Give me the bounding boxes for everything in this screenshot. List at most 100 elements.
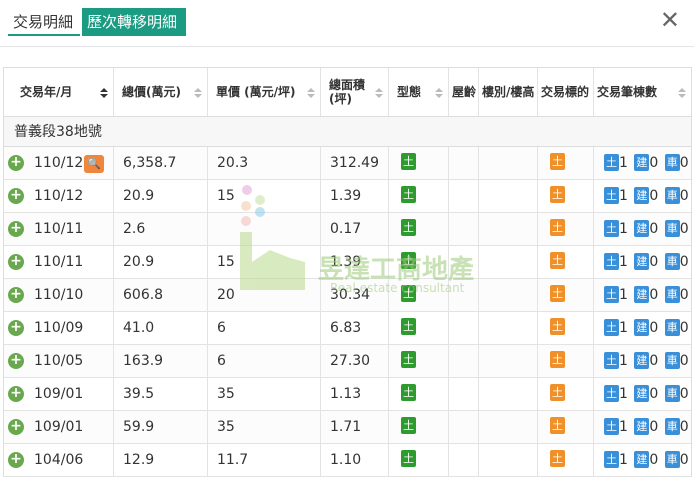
expand-icon[interactable]: +: [8, 287, 24, 303]
sort-icon: [194, 88, 202, 98]
table-row[interactable]: + 110/09 41.0 6 6.83 土 土 土1 建0 車0: [4, 312, 691, 345]
table-row[interactable]: + 109/01 39.5 35 1.13 土 土 土1 建0 車0: [4, 378, 691, 411]
cell-area: 1.10: [321, 444, 389, 477]
cell-count: 土1 建0 車0: [604, 318, 689, 336]
tab-transfer-history[interactable]: 歷次轉移明細: [82, 8, 186, 36]
cell-type: 土: [389, 378, 449, 411]
cell-unit-price: 35: [208, 378, 321, 411]
land-target-icon: 土: [550, 318, 565, 335]
table-row[interactable]: + 110/12 20.9 15 1.39 土 土 土1 建0 車0: [4, 180, 691, 213]
cell-target: 土: [538, 246, 594, 279]
cell-floor: [479, 279, 538, 312]
cell-unit-price: 6: [208, 345, 321, 378]
header-count[interactable]: 交易筆棟數: [594, 68, 691, 116]
cell-type: 土: [389, 411, 449, 444]
table-row[interactable]: + 110/11 2.6 0.17 土 土 土1 建0 車0: [4, 213, 691, 246]
land-type-icon: 土: [401, 384, 416, 401]
land-type-icon: 土: [401, 285, 416, 302]
sort-icon: [435, 88, 443, 98]
car-count-icon: 車: [664, 318, 680, 336]
land-target-icon: 土: [550, 252, 565, 269]
land-target-icon: 土: [550, 417, 565, 434]
cell-area: 1.71: [321, 411, 389, 444]
cell-date: + 110/10: [4, 279, 114, 312]
land-count-icon: 土: [604, 153, 619, 171]
cell-total-price: 20.9: [114, 180, 208, 213]
cell-date: + 110/09: [4, 312, 114, 345]
cell-type: 土: [389, 345, 449, 378]
land-target-icon: 土: [550, 186, 565, 203]
cell-area: 6.83: [321, 312, 389, 345]
table-row[interactable]: + 110/11 20.9 15 1.39 土 土 土1 建0 車0: [4, 246, 691, 279]
cell-date: + 110/12: [4, 180, 114, 213]
table-row[interactable]: + 110/10 606.8 20 30.34 土 土 土1 建0 車0: [4, 279, 691, 312]
search-house-icon[interactable]: 🔍: [84, 155, 104, 173]
cell-target: 土: [538, 147, 594, 180]
tab-transaction-detail[interactable]: 交易明細: [8, 8, 80, 36]
land-type-icon: 土: [401, 351, 416, 368]
cell-type: 土: [389, 246, 449, 279]
table-row[interactable]: + 110/12 🔍 6,358.7 20.3 312.49 土 土 土1 建0…: [4, 147, 691, 180]
land-type-icon: 土: [401, 450, 416, 467]
table-row[interactable]: + 109/01 59.9 35 1.71 土 土 土1 建0 車0: [4, 411, 691, 444]
cell-type: 土: [389, 279, 449, 312]
header-target[interactable]: 交易標的: [538, 68, 594, 116]
table-row[interactable]: + 110/05 163.9 6 27.30 土 土 土1 建0 車0: [4, 345, 691, 378]
header-unit-price[interactable]: 單價 (萬元/坪): [208, 68, 321, 116]
cell-count: 土1 建0 車0: [604, 285, 689, 303]
expand-icon[interactable]: +: [8, 353, 24, 369]
car-count-icon: 車: [664, 186, 680, 204]
expand-icon[interactable]: +: [8, 254, 24, 270]
table-row[interactable]: + 104/06 12.9 11.7 1.10 土 土 土1 建0 車0: [4, 444, 691, 477]
building-count-icon: 建: [634, 153, 650, 171]
cell-date: + 109/01: [4, 411, 114, 444]
cell-age: [449, 378, 479, 411]
expand-icon[interactable]: +: [8, 452, 24, 468]
header-total-price[interactable]: 總價(萬元): [114, 68, 208, 116]
expand-icon[interactable]: +: [8, 155, 24, 171]
group-row: 普義段38地號: [4, 116, 691, 147]
car-count-icon: 車: [664, 219, 680, 237]
land-target-icon: 土: [550, 153, 565, 170]
car-count-icon: 車: [664, 450, 680, 468]
cell-age: [449, 279, 479, 312]
cell-type: 土: [389, 444, 449, 477]
table-header: 交易年/月 總價(萬元) 單價 (萬元/坪) 總面積 (坪) 型態 屋齡 樓別/…: [4, 68, 691, 116]
cell-date: + 110/05: [4, 345, 114, 378]
expand-icon[interactable]: +: [8, 320, 24, 336]
cell-area: 1.39: [321, 246, 389, 279]
building-count-icon: 建: [634, 219, 650, 237]
header-age[interactable]: 屋齡: [449, 68, 479, 116]
cell-target: 土: [538, 213, 594, 246]
cell-floor: [479, 378, 538, 411]
close-icon[interactable]: ✕: [660, 6, 680, 34]
car-count-icon: 車: [664, 153, 680, 171]
cell-area: 30.34: [321, 279, 389, 312]
header-type[interactable]: 型態: [389, 68, 449, 116]
cell-floor: [479, 411, 538, 444]
cell-floor: [479, 246, 538, 279]
sort-icon: [678, 88, 686, 98]
cell-target: 土: [538, 378, 594, 411]
car-count-icon: 車: [664, 351, 680, 369]
car-count-icon: 車: [664, 384, 680, 402]
header-date[interactable]: 交易年/月: [4, 68, 114, 116]
sort-icon: [307, 88, 315, 98]
building-count-icon: 建: [634, 351, 650, 369]
land-count-icon: 土: [604, 351, 619, 369]
land-target-icon: 土: [550, 351, 565, 368]
header-area[interactable]: 總面積 (坪): [321, 68, 389, 116]
land-count-icon: 土: [604, 384, 619, 402]
cell-area: 1.39: [321, 180, 389, 213]
expand-icon[interactable]: +: [8, 386, 24, 402]
building-count-icon: 建: [634, 285, 650, 303]
expand-icon[interactable]: +: [8, 188, 24, 204]
cell-age: [449, 213, 479, 246]
cell-age: [449, 345, 479, 378]
cell-floor: [479, 444, 538, 477]
expand-icon[interactable]: +: [8, 221, 24, 237]
header-floor[interactable]: 樓別/樓高: [479, 68, 538, 116]
cell-target: 土: [538, 312, 594, 345]
land-target-icon: 土: [550, 219, 565, 236]
expand-icon[interactable]: +: [8, 419, 24, 435]
